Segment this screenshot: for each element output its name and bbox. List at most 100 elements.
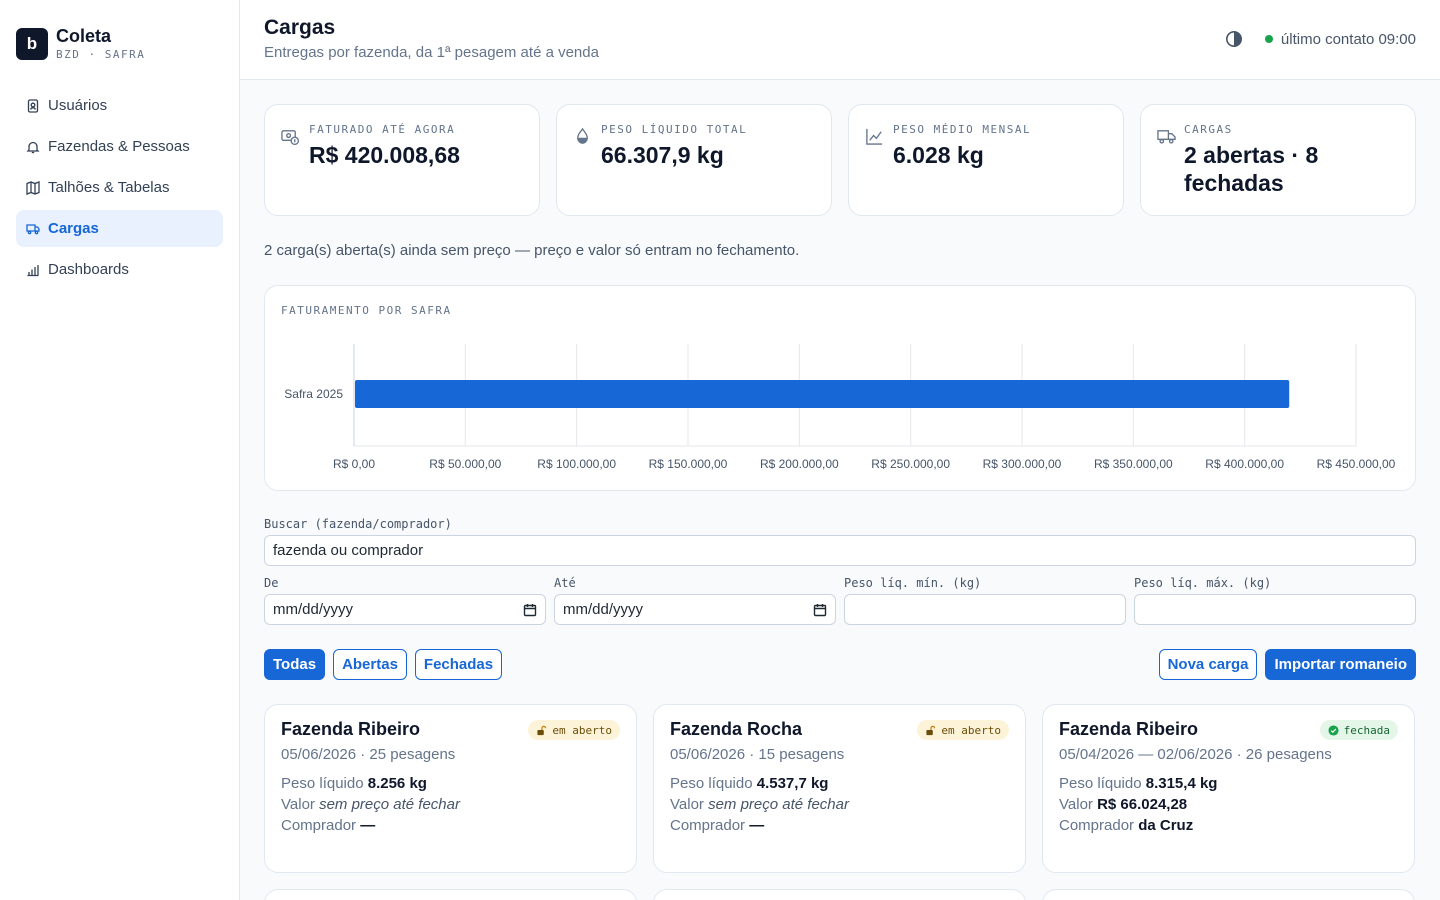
load-card[interactable]	[653, 889, 1026, 900]
load-cards: Fazenda Ribeiro em aberto 05/06/2026 · 2…	[264, 704, 1416, 873]
sidebar-item-label: Fazendas & Pessoas	[48, 138, 190, 155]
kpi-value: 6.028 kg	[893, 142, 984, 168]
droplet-icon	[573, 127, 593, 147]
date-to-value: mm/dd/yyyy	[563, 601, 644, 618]
kpi-label: CARGAS	[1184, 123, 1233, 136]
x-tick-label: R$ 150.000,00	[649, 457, 728, 471]
sidebar: b Coleta BZD · SAFRA Usuários Fazendas &…	[0, 0, 240, 900]
trend-icon	[865, 127, 885, 147]
unlock-icon	[537, 725, 547, 735]
load-card[interactable]: Fazenda Ribeiro em aberto 05/06/2026 · 2…	[264, 704, 637, 873]
status-dot	[1264, 35, 1273, 43]
value-value: sem preço até fechar	[319, 796, 460, 813]
x-tick-label: R$ 100.000,00	[537, 457, 616, 471]
check-circle-icon	[1328, 724, 1339, 736]
brand-subtitle: BZD · SAFRA	[56, 48, 146, 61]
revenue-chart-card: FATURAMENTO POR SAFRA R$ 0,00 R$ 50.000,0…	[264, 285, 1416, 491]
sidebar-item-label: Dashboards	[48, 261, 129, 278]
load-card[interactable]	[264, 889, 637, 900]
sidebar-item-label: Talhões & Tabelas	[48, 179, 170, 196]
last-contact-status: último contato 09:00	[1280, 30, 1416, 48]
actions-bar: Todas Abertas Fechadas Nova carga Import…	[264, 649, 1416, 680]
date-from-label: De	[264, 576, 279, 590]
kpi-card-cargas: CARGAS 2 abertas · 8 fechadas	[1140, 104, 1416, 216]
unlock-icon	[926, 725, 936, 735]
brand: b Coleta BZD · SAFRA	[0, 0, 239, 61]
new-load-button[interactable]: Nova carga	[1158, 649, 1258, 680]
kpi-label: PESO MÉDIO MENSAL	[893, 123, 1032, 136]
kpi-value: R$ 420.008,68	[309, 142, 460, 168]
max-weight-input[interactable]	[1134, 594, 1416, 625]
tab-fechadas[interactable]: Fechadas	[414, 649, 503, 680]
open-loads-notice: 2 carga(s) aberta(s) ainda sem preço — p…	[264, 242, 800, 259]
load-meta: 05/06/2026 · 15 pesagens	[670, 746, 845, 763]
value-label: Valor	[281, 796, 315, 813]
tab-abertas[interactable]: Abertas	[333, 649, 407, 680]
status-badge-label: fechada	[1343, 723, 1390, 737]
weight-label: Peso líquido	[1059, 775, 1142, 792]
filters: Buscar (fazenda/comprador) fazenda ou co…	[264, 517, 1416, 625]
date-from-input[interactable]: mm/dd/yyyy	[264, 594, 546, 625]
sidebar-item-fazendas[interactable]: Fazendas & Pessoas	[16, 128, 223, 165]
weight-value: 4.537,7 kg	[756, 775, 829, 792]
kpi-card-peso-total: PESO LÍQUIDO TOTAL 66.307,9 kg	[556, 104, 832, 216]
date-to-input[interactable]: mm/dd/yyyy	[554, 594, 836, 625]
bar-chart-icon	[26, 263, 40, 277]
tab-todas[interactable]: Todas	[264, 649, 326, 680]
status-filter-tabs: Todas Abertas Fechadas	[264, 649, 503, 680]
status-badge-label: em aberto	[941, 723, 1001, 737]
x-tick-label: R$ 400.000,00	[1205, 457, 1284, 471]
status-badge: em aberto	[917, 720, 1009, 740]
id-badge-icon	[26, 98, 40, 113]
brand-logo[interactable]: b	[16, 27, 48, 60]
search-input[interactable]: fazenda ou comprador	[264, 535, 1416, 566]
kpi-row: FATURADO ATÉ AGORA R$ 420.008,68 PESO LÍ…	[264, 104, 1416, 216]
weight-label: Peso líquido	[281, 775, 364, 792]
x-tick-label: R$ 250.000,00	[871, 457, 950, 471]
value-value: R$ 66.024,28	[1097, 796, 1188, 813]
max-weight-label: Peso líq. máx. (kg)	[1134, 576, 1272, 590]
min-weight-input[interactable]	[844, 594, 1126, 625]
map-icon	[26, 180, 40, 195]
sidebar-item-cargas[interactable]: Cargas	[16, 210, 223, 247]
sidebar-item-dashboards[interactable]: Dashboards	[16, 251, 223, 288]
calendar-icon[interactable]	[813, 603, 827, 617]
chart-bar	[355, 380, 1290, 408]
buyer-value: da Cruz	[1138, 817, 1194, 834]
calendar-icon[interactable]	[523, 603, 537, 617]
load-card[interactable]: Fazenda Rocha em aberto 05/06/2026 · 15 …	[653, 704, 1026, 873]
money-icon	[281, 127, 301, 147]
load-cards-next-row	[264, 889, 1416, 900]
buyer-label: Comprador	[1059, 817, 1135, 834]
status-badge-label: em aberto	[552, 723, 612, 737]
load-card[interactable]	[1042, 889, 1415, 900]
sidebar-item-usuarios[interactable]: Usuários	[16, 87, 223, 124]
sidebar-item-label: Usuários	[48, 97, 108, 114]
load-card[interactable]: Fazenda Ribeiro fechada 05/04/2026 — 02/…	[1042, 704, 1415, 873]
search-label: Buscar (fazenda/comprador)	[264, 517, 452, 531]
value-value: sem preço até fechar	[708, 796, 849, 813]
sidebar-item-label: Cargas	[48, 220, 99, 237]
page-title: Cargas	[264, 16, 336, 39]
status-badge: em aberto	[528, 720, 620, 740]
main-content: FATURADO ATÉ AGORA R$ 420.008,68 PESO LÍ…	[264, 104, 1416, 900]
kpi-value: 66.307,9 kg	[601, 142, 724, 168]
x-tick-label: R$ 450.000,00	[1317, 457, 1396, 471]
sidebar-item-talhoes[interactable]: Talhões & Tabelas	[16, 169, 223, 206]
brand-name: Coleta	[56, 26, 112, 46]
bell-icon	[26, 140, 40, 154]
weight-value: 8.256 kg	[367, 775, 427, 792]
truck-icon	[1157, 127, 1176, 147]
load-meta: 05/06/2026 · 25 pesagens	[281, 746, 456, 763]
import-romaneio-button[interactable]: Importar romaneio	[1265, 649, 1416, 680]
search-placeholder: fazenda ou comprador	[273, 542, 424, 559]
value-label: Valor	[1059, 796, 1093, 813]
x-tick-label: R$ 200.000,00	[760, 457, 839, 471]
kpi-label: FATURADO ATÉ AGORA	[309, 123, 456, 136]
kpi-value: 2 abertas · 8 fechadas	[1184, 142, 1319, 196]
date-to-label: Até	[554, 576, 576, 590]
page-subtitle: Entregas por fazenda, da 1ª pesagem até …	[264, 44, 599, 61]
theme-toggle-icon[interactable]	[1225, 30, 1243, 48]
x-tick-label: R$ 0,00	[333, 457, 375, 471]
weight-label: Peso líquido	[670, 775, 753, 792]
